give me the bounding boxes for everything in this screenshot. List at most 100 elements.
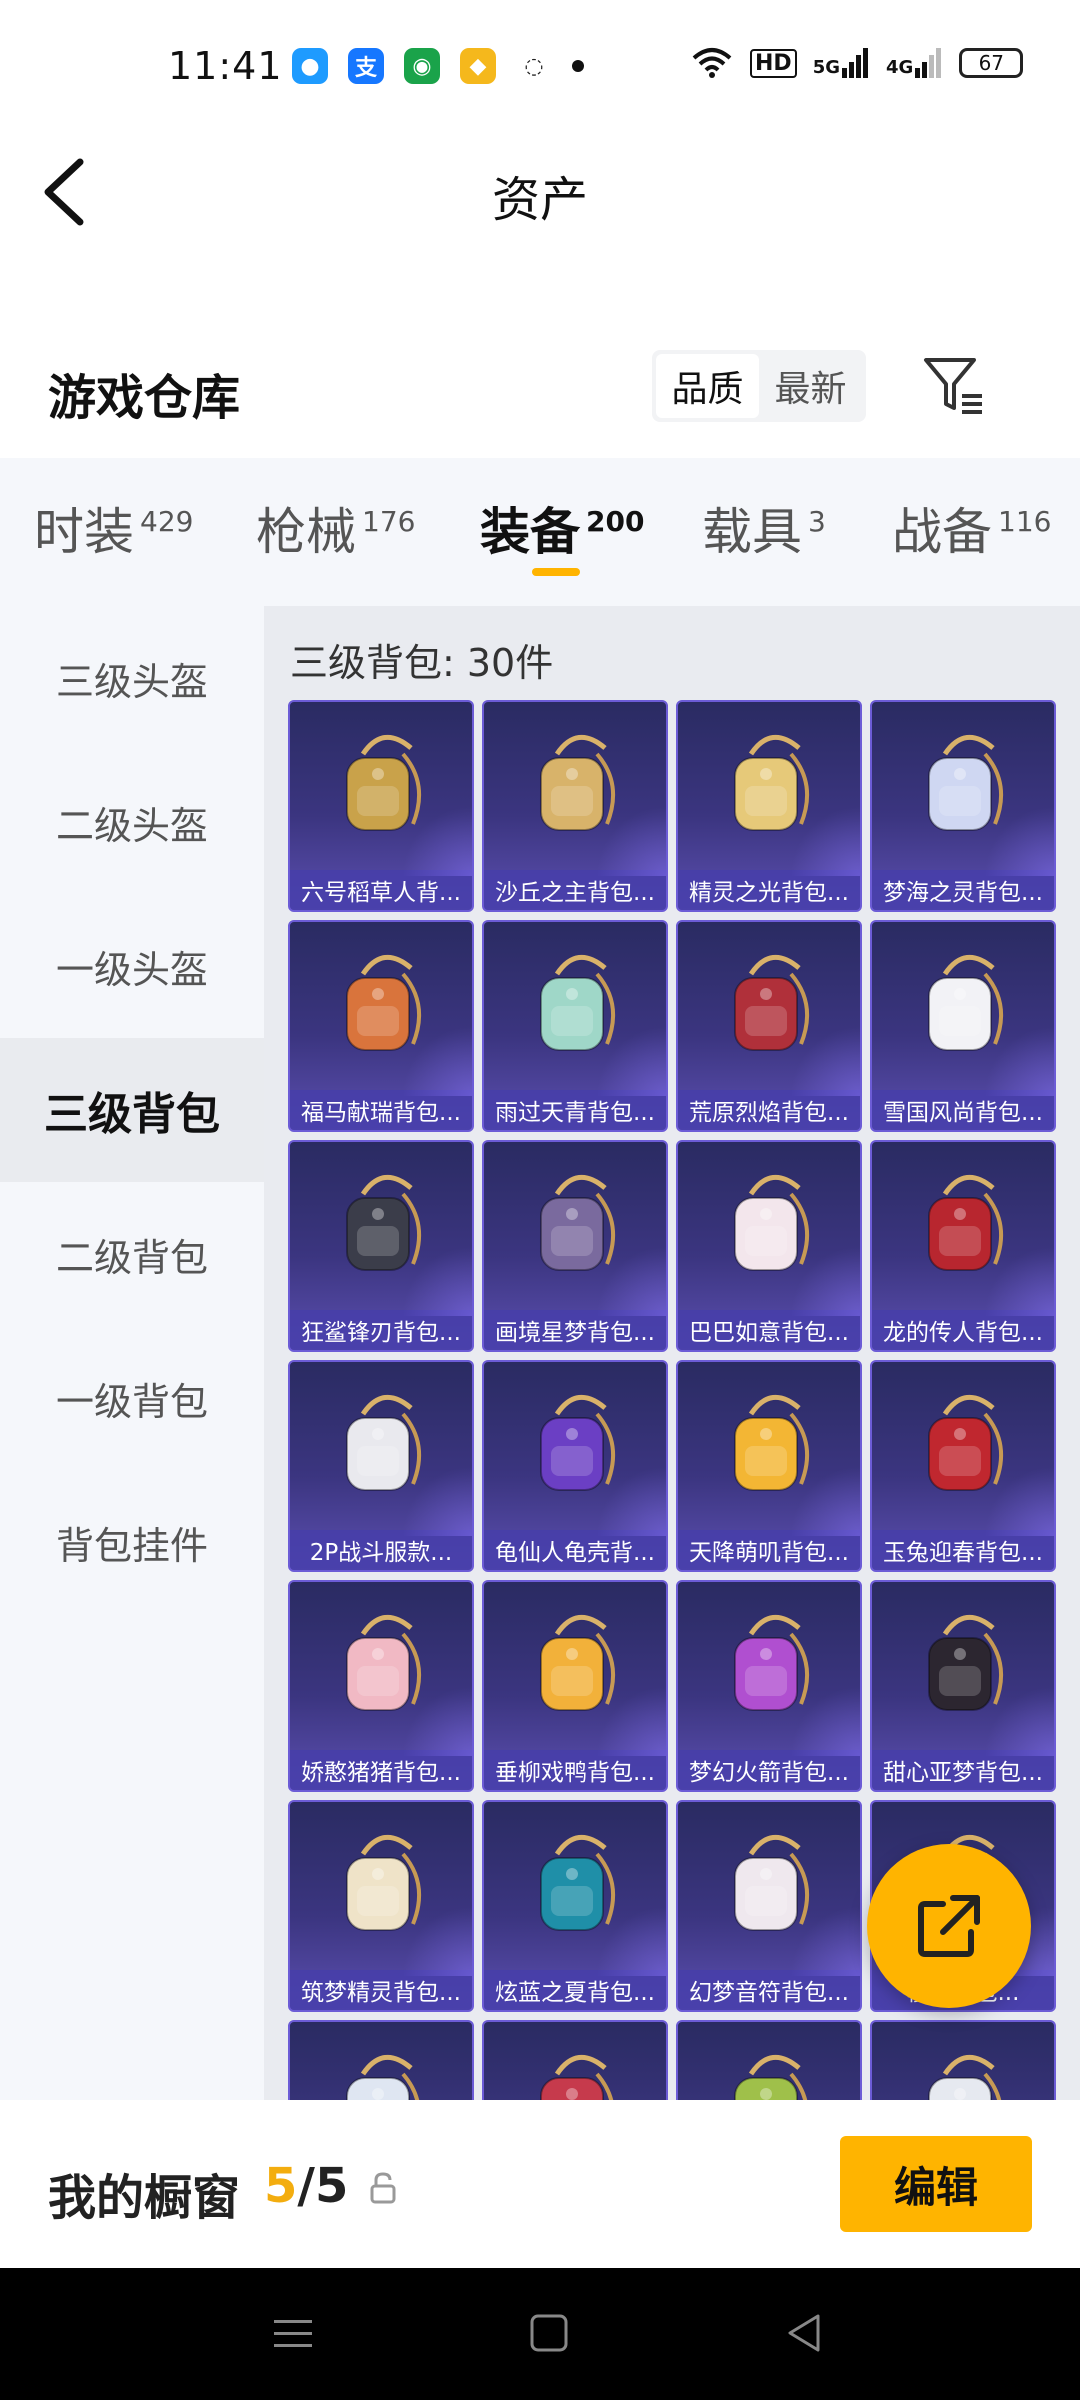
sort-toggle: 品质 最新: [652, 350, 866, 422]
tab-fashion[interactable]: 时装 429: [34, 492, 193, 564]
item-card[interactable]: 画境星梦背包...: [482, 1140, 668, 1352]
category-tabs: 时装 429 枪械 176 装备 200 载具 3 战备 116: [0, 458, 1080, 606]
lock-icon[interactable]: [368, 2170, 398, 2204]
item-card[interactable]: 龙的传人背包...: [870, 1140, 1056, 1352]
item-card[interactable]: [288, 2020, 474, 2100]
sidebar-item-level1-backpack[interactable]: 一级背包: [0, 1326, 264, 1470]
sort-by-quality-button[interactable]: 品质: [656, 354, 759, 418]
item-card[interactable]: 雨过天青背包...: [482, 920, 668, 1132]
item-name: 甜心亚梦背包...: [872, 1750, 1054, 1790]
item-card[interactable]: 2P战斗服款...: [288, 1360, 474, 1572]
item-card[interactable]: 甜心亚梦背包...: [870, 1580, 1056, 1792]
active-tab-indicator: [532, 568, 580, 576]
tab-guns[interactable]: 枪械 176: [256, 492, 415, 564]
backpack-icon: [928, 2054, 1002, 2100]
alipay-icon: 支: [348, 48, 384, 84]
more-notifications-dot: [572, 60, 584, 72]
item-card[interactable]: [482, 2020, 668, 2100]
sidebar-item-level3-backpack[interactable]: 三级背包: [0, 1038, 264, 1182]
item-card[interactable]: 筑梦精灵背包...: [288, 1800, 474, 2012]
sidebar-item-backpack-charm[interactable]: 背包挂件: [0, 1470, 264, 1614]
sidebar-item-level2-backpack[interactable]: 二级背包: [0, 1182, 264, 1326]
item-name: 雪国风尚背包...: [872, 1090, 1054, 1130]
tab-count: 3: [808, 505, 826, 539]
item-name: 梦海之灵背包...: [872, 870, 1054, 910]
sidebar-item-level2-helmet[interactable]: 二级头盔: [0, 750, 264, 894]
back-nav-icon[interactable]: [780, 2308, 830, 2358]
panda-app-icon: ◉: [404, 48, 440, 84]
backpack-icon: [734, 734, 809, 831]
item-name: 垂柳戏鸭背包...: [484, 1750, 666, 1790]
item-name: 梦幻火箭背包...: [678, 1750, 860, 1790]
filter-icon[interactable]: [922, 354, 986, 418]
backpack-icon: [734, 954, 809, 1051]
tab-combat-gear[interactable]: 战备 116: [892, 492, 1051, 564]
item-card[interactable]: 炫蓝之夏背包...: [482, 1800, 668, 2012]
backpack-icon: [734, 1834, 809, 1931]
item-name: 娇憨猪猪背包...: [290, 1750, 472, 1790]
backpack-icon: [928, 734, 1003, 831]
item-card[interactable]: 梦幻火箭背包...: [676, 1580, 862, 1792]
backpack-icon: [346, 2054, 420, 2100]
tab-count: 116: [998, 505, 1052, 539]
tab-label: 载具: [702, 503, 802, 561]
battery-level: 67: [978, 51, 1005, 75]
menu-icon[interactable]: [268, 2308, 318, 2358]
chat-bubble-icon: ◌: [524, 53, 544, 79]
signal-5g: 5G: [813, 48, 870, 78]
backpack-icon: [540, 1394, 615, 1491]
section-title: 三级背包: 30件: [290, 641, 554, 685]
backpack-icon: [928, 954, 1003, 1051]
tab-equipment[interactable]: 装备 200: [480, 492, 644, 564]
item-card[interactable]: 沙丘之主背包...: [482, 700, 668, 912]
item-name: 福马献瑞背包...: [290, 1090, 472, 1130]
item-card[interactable]: 荒原烈焰背包...: [676, 920, 862, 1132]
showcase-label: 我的橱窗: [48, 2170, 241, 2226]
backpack-icon: [540, 954, 615, 1051]
item-card[interactable]: 福马献瑞背包...: [288, 920, 474, 1132]
sidebar-item-level1-helmet[interactable]: 一级头盔: [0, 894, 264, 1038]
showcase-current: 5: [264, 2158, 298, 2214]
item-name: 龙的传人背包...: [872, 1310, 1054, 1350]
backpack-icon: [346, 1394, 421, 1491]
item-card[interactable]: 梦海之灵背包...: [870, 700, 1056, 912]
item-card[interactable]: [676, 2020, 862, 2100]
item-name: 巴巴如意背包...: [678, 1310, 860, 1350]
tab-label: 战备: [892, 503, 992, 561]
item-name: 画境星梦背包...: [484, 1310, 666, 1350]
item-card[interactable]: 幻梦音符背包...: [676, 1800, 862, 2012]
backpack-icon: [540, 2054, 614, 2100]
item-card[interactable]: [870, 2020, 1056, 2100]
item-card[interactable]: 玉兔迎春背包...: [870, 1360, 1056, 1572]
tab-label: 枪械: [256, 503, 356, 561]
battery-icon: 67: [959, 48, 1024, 78]
item-card[interactable]: 龟仙人龟壳背...: [482, 1360, 668, 1572]
item-card[interactable]: 垂柳戏鸭背包...: [482, 1580, 668, 1792]
showcase-separator: /: [297, 2158, 315, 2214]
item-card[interactable]: 狂鲨锋刃背包...: [288, 1140, 474, 1352]
item-name: 筑梦精灵背包...: [290, 1970, 472, 2010]
item-card[interactable]: 精灵之光背包...: [676, 700, 862, 912]
item-card[interactable]: 巴巴如意背包...: [676, 1140, 862, 1352]
home-icon[interactable]: [524, 2308, 574, 2358]
item-card[interactable]: 天降萌叽背包...: [676, 1360, 862, 1572]
backpack-icon: [540, 1174, 615, 1271]
signal-4g: 4G: [886, 48, 943, 78]
signal-5g-label: 5G: [812, 57, 840, 78]
hd-label: HD: [750, 48, 797, 78]
sort-by-newest-button[interactable]: 最新: [759, 354, 862, 418]
item-name: 荒原烈焰背包...: [678, 1090, 860, 1130]
item-card[interactable]: 娇憨猪猪背包...: [288, 1580, 474, 1792]
share-button[interactable]: [867, 1844, 1031, 2008]
edit-button[interactable]: 编辑: [840, 2136, 1032, 2232]
backpack-icon: [346, 734, 421, 831]
signal-bars-icon: [842, 48, 868, 78]
sidebar-item-level3-helmet[interactable]: 三级头盔: [0, 606, 264, 750]
tab-vehicles[interactable]: 载具 3: [702, 492, 826, 564]
backpack-icon: [734, 1394, 809, 1491]
warehouse-title: 游戏仓库: [48, 370, 241, 426]
item-card[interactable]: 六号稻草人背...: [288, 700, 474, 912]
system-icons: HD 5G 4G 67: [690, 46, 1024, 80]
item-card[interactable]: 雪国风尚背包...: [870, 920, 1056, 1132]
backpack-icon: [928, 1174, 1003, 1271]
